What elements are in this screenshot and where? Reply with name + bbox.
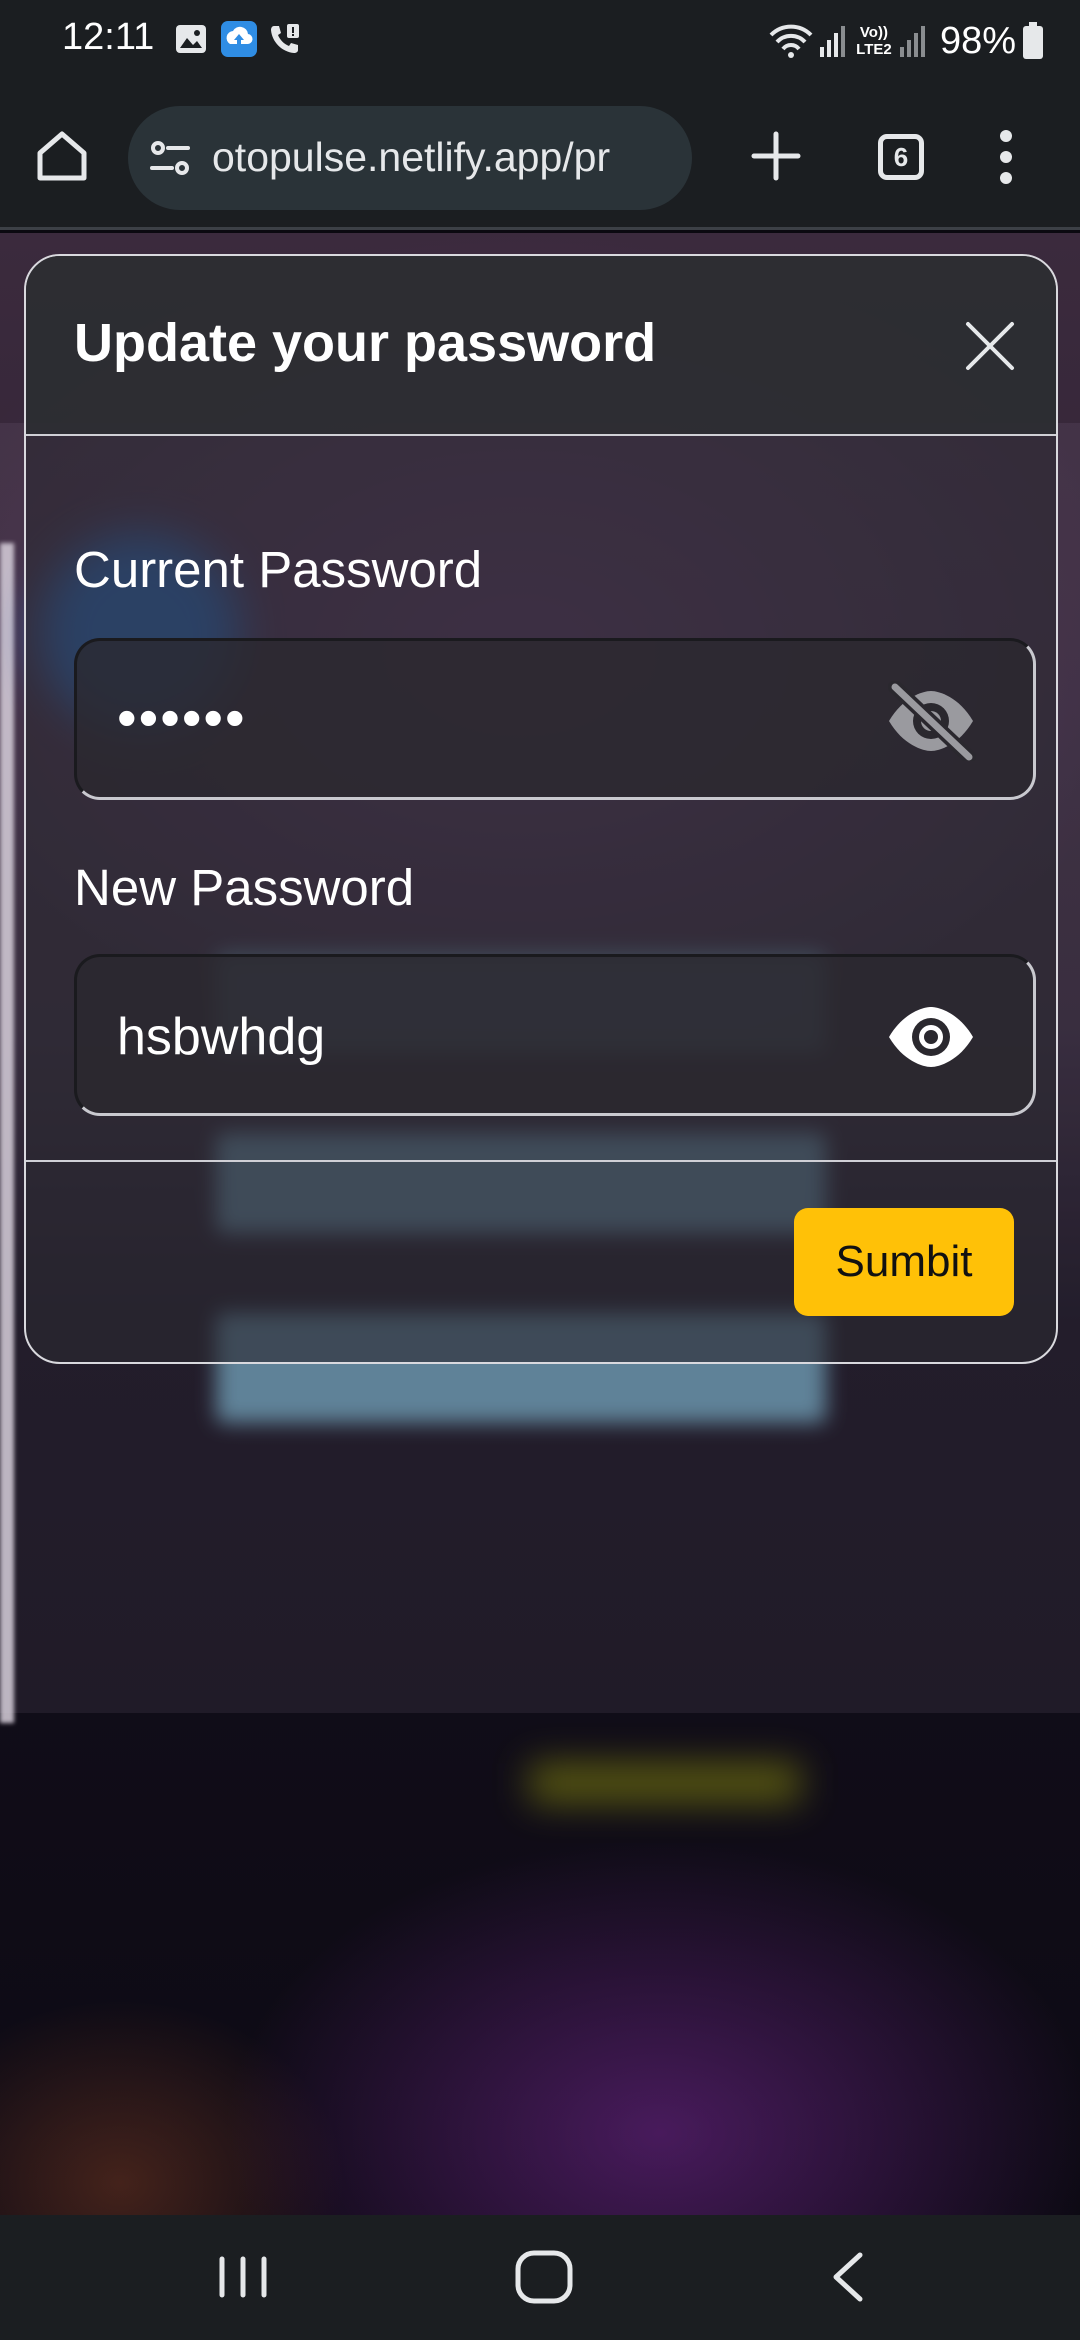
signal-strength-2-icon bbox=[899, 26, 925, 57]
current-password-value[interactable]: •••••• bbox=[117, 685, 247, 750]
more-vert-icon[interactable] bbox=[986, 128, 1026, 186]
current-password-field[interactable]: •••••• bbox=[74, 638, 1036, 800]
modal-title: Update your password bbox=[74, 313, 657, 373]
eye-icon[interactable] bbox=[881, 997, 981, 1077]
submit-button-label: Sumbit bbox=[835, 1237, 973, 1286]
close-icon[interactable] bbox=[964, 320, 1016, 372]
tab-switcher-button[interactable]: 6 bbox=[878, 134, 924, 180]
battery-icon bbox=[1023, 22, 1043, 59]
background-link bbox=[530, 1763, 800, 1803]
new-password-value[interactable]: hsbwhdg bbox=[117, 1007, 325, 1067]
new-password-label: New Password bbox=[74, 859, 415, 916]
background-edge bbox=[0, 543, 14, 1723]
eye-off-icon[interactable] bbox=[881, 681, 981, 761]
modal-footer: Sumbit bbox=[26, 1160, 1056, 1362]
wifi-icon bbox=[769, 24, 813, 58]
signal-strength-icon bbox=[819, 26, 845, 57]
network-type-label: Vo)) LTE2 bbox=[856, 24, 892, 58]
back-icon[interactable] bbox=[826, 2249, 870, 2305]
status-indicators: Vo)) LTE2 98% bbox=[768, 16, 1044, 66]
home-icon[interactable] bbox=[32, 126, 92, 186]
update-password-modal: Update your password Current Password ••… bbox=[24, 254, 1058, 1364]
recents-icon[interactable] bbox=[212, 2253, 274, 2301]
current-password-label: Current Password bbox=[74, 541, 483, 598]
modal-header: Update your password bbox=[26, 256, 1056, 436]
status-bar: 12:11 Vo)) LTE2 98% bbox=[0, 0, 1080, 84]
site-info-icon[interactable] bbox=[146, 134, 194, 182]
upload-notification-icon bbox=[221, 21, 257, 57]
battery-percent: 98% bbox=[939, 19, 1016, 62]
url-text[interactable]: otopulse.netlify.app/pr bbox=[212, 134, 682, 181]
new-password-field[interactable]: hsbwhdg bbox=[74, 954, 1036, 1116]
home-nav-icon[interactable] bbox=[512, 2247, 576, 2307]
submit-button[interactable]: Sumbit bbox=[794, 1208, 1014, 1316]
browser-toolbar: otopulse.netlify.app/pr 6 bbox=[0, 84, 1080, 230]
tab-count: 6 bbox=[893, 141, 909, 172]
call-notification-icon bbox=[271, 24, 299, 53]
address-bar[interactable]: otopulse.netlify.app/pr bbox=[128, 106, 692, 210]
gallery-notification-icon bbox=[176, 25, 206, 53]
plus-icon[interactable] bbox=[748, 128, 804, 184]
status-time: 12:11 bbox=[62, 16, 155, 58]
system-navigation-bar bbox=[0, 2215, 1080, 2340]
